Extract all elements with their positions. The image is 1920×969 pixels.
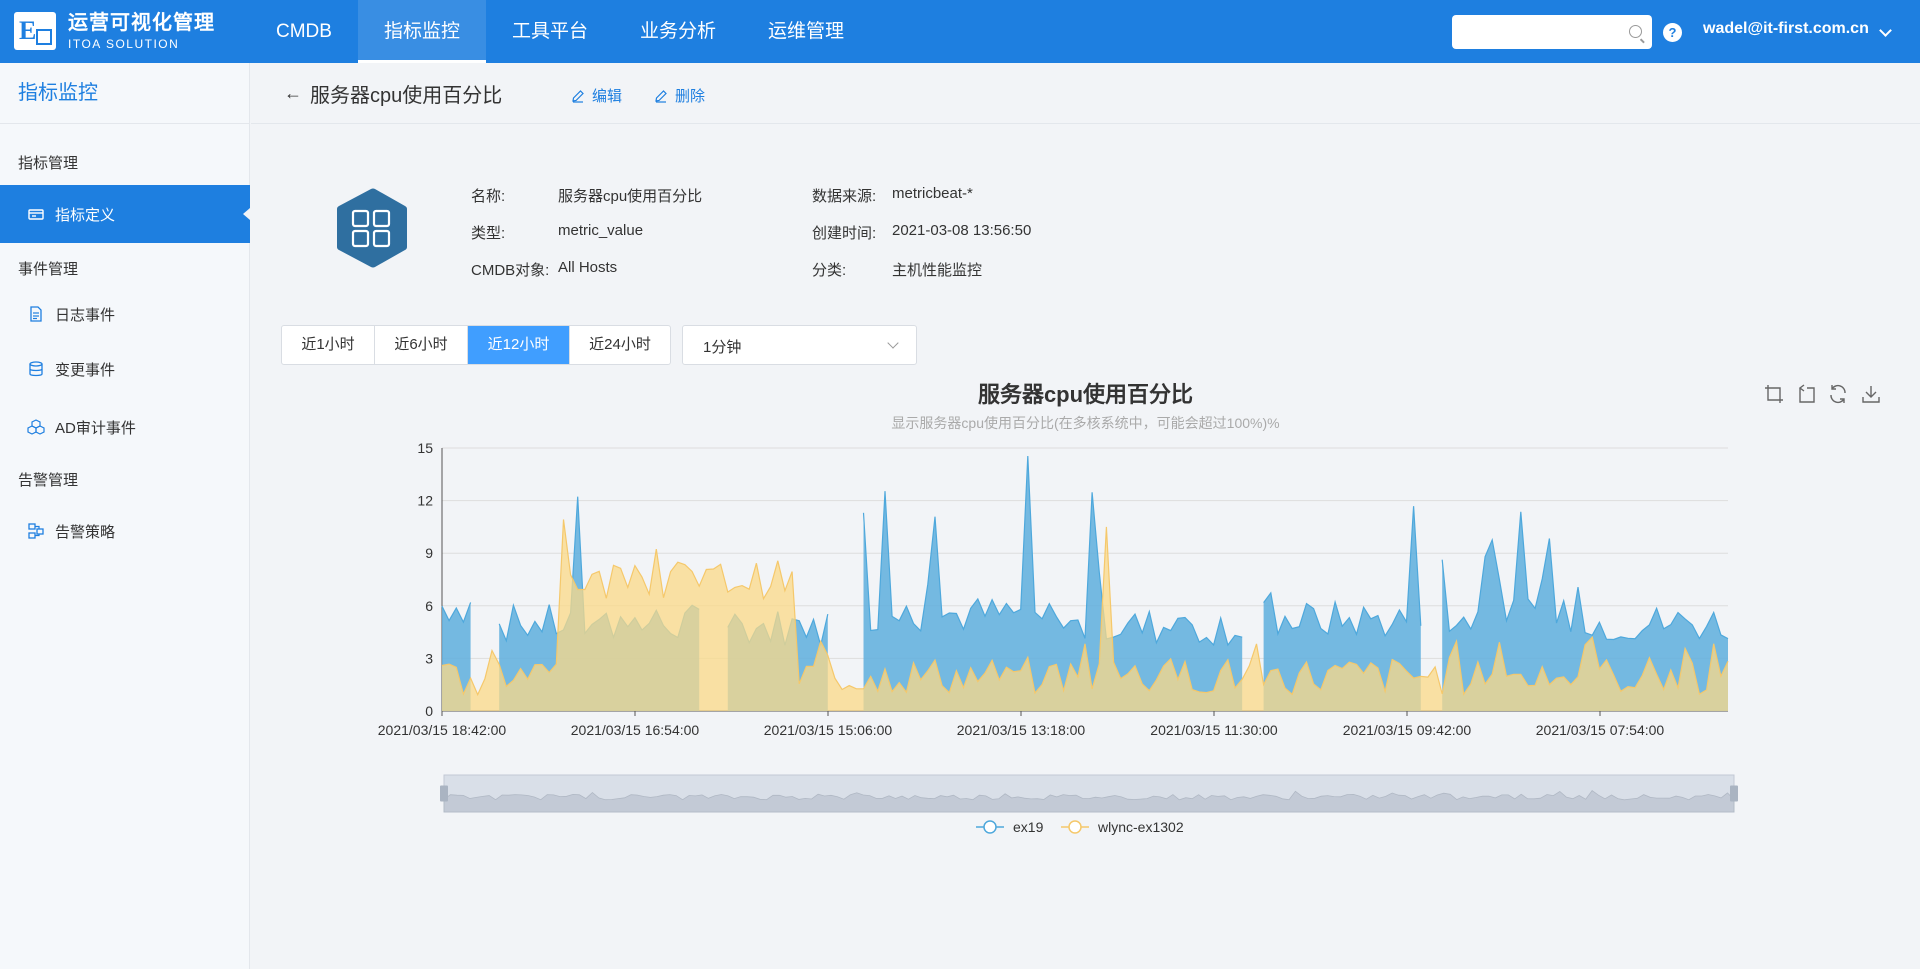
cmdb-label: CMDB对象:: [471, 262, 550, 279]
top-bar: E 运营可视化管理 ITOA SOLUTION CMDB 指标监控 工具平台 业…: [0, 0, 1920, 63]
legend-label-wlync-ex1302[interactable]: wlync-ex1302: [1097, 819, 1184, 835]
nav-ops-management[interactable]: 运维管理: [742, 0, 870, 63]
category-value: 主机性能监控: [892, 262, 983, 279]
area-chart[interactable]: 0 3 6 9 12 15 2021/03/15 18:42:00 2021/03/15 16…: [251, 370, 1920, 850]
name-label: 名称:: [471, 188, 506, 205]
y-tick-label: 0: [425, 703, 433, 719]
edit-label: 编辑: [592, 88, 623, 105]
range-1h-button[interactable]: 近1小时: [282, 326, 375, 364]
interval-select[interactable]: 1分钟: [682, 325, 917, 365]
sidebar: 指标监控 指标管理 指标定义 事件管理 日志事件 变更事件 AD审计事件 告警管…: [0, 63, 250, 969]
search-icon[interactable]: [1629, 25, 1642, 38]
arrow-left-icon: ←: [284, 83, 302, 103]
sidebar-group-event-management: 事件管理: [18, 261, 79, 278]
main-nav: CMDB 指标监控 工具平台 业务分析 运维管理: [250, 0, 870, 63]
network-icon: [28, 523, 44, 539]
x-tick-label: 2021/03/15 18:42:00: [378, 722, 507, 738]
edit-icon: [572, 89, 584, 103]
page-header: ← 服务器cpu使用百分比 编辑 删除: [251, 63, 1920, 124]
help-icon[interactable]: ?: [1663, 23, 1682, 42]
y-tick-label: 6: [425, 598, 433, 614]
sidebar-item-label: AD审计事件: [55, 419, 136, 437]
x-tick-label: 2021/03/15 15:06:00: [764, 722, 893, 738]
logo-icon: E: [14, 12, 56, 50]
sidebar-item-log-events[interactable]: 日志事件: [0, 285, 250, 343]
delete-label: 删除: [675, 88, 706, 105]
y-tick-label: 9: [425, 545, 433, 561]
sidebar-item-label: 指标定义: [55, 206, 116, 224]
y-tick-label: 12: [417, 493, 433, 509]
chevron-down-icon[interactable]: [1879, 24, 1892, 37]
name-value: 服务器cpu使用百分比: [558, 188, 703, 205]
legend-label-ex19[interactable]: ex19: [1013, 819, 1044, 835]
type-value: metric_value: [558, 222, 644, 239]
sidebar-group-metric-management: 指标管理: [18, 155, 79, 172]
back-button[interactable]: ← 服务器cpu使用百分比: [284, 79, 502, 108]
user-email[interactable]: wadel@it-first.com.cn: [1703, 20, 1869, 38]
y-tick-label: 15: [417, 440, 433, 456]
metric-grid-icon: [337, 188, 407, 268]
logo[interactable]: E 运营可视化管理 ITOA SOLUTION: [14, 12, 215, 50]
range-24h-button[interactable]: 近24小时: [570, 326, 670, 364]
zoom-handle-right[interactable]: [1730, 785, 1738, 802]
nav-business-analysis[interactable]: 业务分析: [614, 0, 742, 63]
x-tick-label: 2021/03/15 09:42:00: [1343, 722, 1472, 738]
sidebar-item-ad-audit-events[interactable]: AD审计事件: [0, 398, 250, 456]
sidebar-group-alert-management: 告警管理: [18, 472, 79, 489]
nav-cmdb[interactable]: CMDB: [250, 0, 358, 63]
delete-button[interactable]: 删除: [654, 85, 705, 106]
sidebar-item-change-events[interactable]: 变更事件: [0, 340, 250, 398]
y-tick-label: 3: [425, 650, 433, 666]
sidebar-item-metric-definition[interactable]: 指标定义: [0, 185, 250, 243]
edit-icon: [655, 89, 667, 103]
x-tick-label: 2021/03/15 13:18:00: [957, 722, 1086, 738]
time-range-group: 近1小时 近6小时 近12小时 近24小时: [281, 325, 671, 365]
legend-swatch-circle: [983, 820, 997, 834]
x-tick-label: 2021/03/15 11:30:00: [1150, 722, 1278, 738]
page-title: 服务器cpu使用百分比: [310, 85, 503, 107]
brand-title: 运营可视化管理: [68, 11, 215, 34]
source-value: metricbeat-*: [892, 185, 973, 202]
chevron-down-icon: [887, 337, 899, 349]
zoom-handle-left[interactable]: [440, 785, 448, 802]
search-input[interactable]: [1452, 15, 1652, 49]
range-12h-button[interactable]: 近12小时: [468, 326, 570, 364]
x-tick-label: 2021/03/15 16:54:00: [571, 722, 700, 738]
edit-button[interactable]: 编辑: [571, 85, 622, 106]
brand-subtitle: ITOA SOLUTION: [68, 36, 180, 51]
cubes-icon: [27, 419, 45, 435]
chart-panel: 服务器cpu使用百分比 显示服务器cpu使用百分比(在多核系统中，可能会超过10…: [251, 370, 1920, 850]
sidebar-title: 指标监控: [0, 63, 249, 124]
nav-tools[interactable]: 工具平台: [486, 0, 614, 63]
database-icon: [29, 361, 43, 377]
document-icon: [30, 306, 42, 322]
category-label: 分类:: [812, 262, 847, 279]
legend-swatch-circle: [1068, 820, 1082, 834]
interval-value: 1分钟: [703, 339, 742, 356]
cmdb-value: All Hosts: [558, 259, 618, 276]
card-icon: [28, 209, 44, 220]
range-6h-button[interactable]: 近6小时: [375, 326, 468, 364]
created-value: 2021-03-08 13:56:50: [892, 222, 1032, 239]
sidebar-item-alert-policies[interactable]: 告警策略: [0, 502, 250, 560]
x-tick-label: 2021/03/15 07:54:00: [1536, 722, 1665, 738]
sidebar-item-label: 变更事件: [55, 361, 116, 379]
nav-metric-monitor[interactable]: 指标监控: [357, 0, 486, 63]
sidebar-item-label: 日志事件: [55, 306, 116, 324]
type-label: 类型:: [471, 225, 506, 242]
created-label: 创建时间:: [812, 225, 877, 242]
sidebar-item-label: 告警策略: [55, 523, 116, 541]
source-label: 数据来源:: [812, 188, 877, 205]
